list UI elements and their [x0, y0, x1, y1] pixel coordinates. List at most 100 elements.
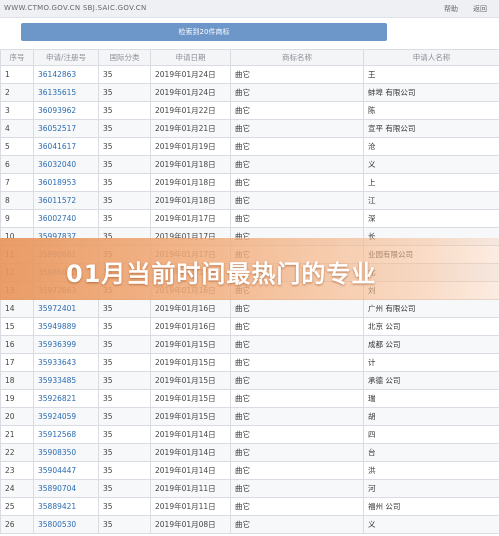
mark-name-link[interactable]: 曲它 [230, 335, 364, 354]
mark-name-link[interactable]: 曲它 [230, 119, 364, 138]
date-cell: 2019年01月14日 [150, 443, 231, 462]
applicant-cell: 深 [363, 209, 499, 228]
reg-number-link[interactable]: 36032040 [33, 155, 99, 174]
table-row[interactable]: 16 35936399 35 2019年01月15日 曲它 成都 公司 [0, 335, 499, 354]
row-index: 6 [0, 155, 34, 174]
reg-number-link[interactable]: 36142863 [33, 65, 99, 84]
table-row[interactable]: 6 36032040 35 2019年01月18日 曲它义 [0, 155, 499, 174]
mark-name-link[interactable]: 曲它 [230, 443, 364, 462]
mark-name-link[interactable]: 曲它 [230, 461, 364, 480]
mark-name-link[interactable]: 曲它 [230, 173, 364, 192]
reg-number-link[interactable]: 36052517 [33, 119, 99, 138]
reg-number-link[interactable]: 35908350 [33, 443, 99, 462]
row-index: 14 [0, 299, 34, 318]
applicant-cell: 广州 有限公司 [363, 299, 499, 318]
mark-name-link[interactable]: 曲它 [230, 425, 364, 444]
table-row[interactable]: 4 36052517 35 2019年01月21日 曲它 宣平 有限公司 [0, 119, 499, 138]
help-link[interactable]: 帮助 [444, 4, 458, 14]
table-row[interactable]: 9 36002740 35 2019年01月17日 曲它深 [0, 209, 499, 228]
reg-number-link[interactable]: 35890704 [33, 479, 99, 498]
table-row[interactable]: 8 36011572 35 2019年01月18日 曲它江 [0, 191, 499, 210]
mark-name-link[interactable]: 曲它 [230, 83, 364, 102]
reg-number-link[interactable]: 35800530 [33, 515, 99, 534]
date-cell: 2019年01月16日 [150, 299, 231, 318]
reg-number-link[interactable]: 35889421 [33, 497, 99, 516]
class-cell: 35 [98, 479, 151, 498]
mark-name-link[interactable]: 曲它 [230, 191, 364, 210]
reg-number-link[interactable]: 36002740 [33, 209, 99, 228]
table-row[interactable]: 26 35800530 35 2019年01月08日 曲它义 [0, 515, 499, 534]
table-row[interactable]: 25 35889421 35 2019年01月11日 曲它 福州 公司 [0, 497, 499, 516]
table-row[interactable]: 24 35890704 35 2019年01月11日 曲它河 [0, 479, 499, 498]
top-bar: WWW.CTMO.GOV.CN SBJ.SAIC.GOV.CN 帮助 返回 [0, 0, 499, 18]
mark-name-link[interactable]: 曲它 [230, 317, 364, 336]
table-row[interactable]: 7 36018953 35 2019年01月18日 曲它上 [0, 173, 499, 192]
row-index: 22 [0, 443, 34, 462]
reg-number-link[interactable]: 35972401 [33, 299, 99, 318]
mark-name-link[interactable]: 曲它 [230, 299, 364, 318]
reg-number-link[interactable]: 36135615 [33, 83, 99, 102]
row-index: 16 [0, 335, 34, 354]
table-row[interactable]: 5 36041617 35 2019年01月19日 曲它沧 [0, 137, 499, 156]
reg-number-link[interactable]: 36093962 [33, 101, 99, 120]
class-cell: 35 [98, 83, 151, 102]
class-cell: 35 [98, 443, 151, 462]
table-row[interactable]: 21 35912568 35 2019年01月14日 曲它四 [0, 425, 499, 444]
table-row[interactable]: 2 36135615 35 2019年01月24日 曲它 蚌埠 有限公司 [0, 83, 499, 102]
table-row[interactable]: 3 36093962 35 2019年01月22日 曲它陈 [0, 101, 499, 120]
table-row[interactable]: 14 35972401 35 2019年01月16日 曲它 广州 有限公司 [0, 299, 499, 318]
date-cell: 2019年01月15日 [150, 353, 231, 372]
mark-name-link[interactable]: 曲它 [230, 389, 364, 408]
table-row[interactable]: 17 35933643 35 2019年01月15日 曲它计 [0, 353, 499, 372]
mark-name-link[interactable]: 曲它 [230, 353, 364, 372]
applicant-cell: 义 [363, 155, 499, 174]
table-row[interactable]: 23 35904447 35 2019年01月14日 曲它洪 [0, 461, 499, 480]
table-row[interactable]: 22 35908350 35 2019年01月14日 曲它台 [0, 443, 499, 462]
col-header-index: 序号 [0, 49, 34, 66]
date-cell: 2019年01月18日 [150, 191, 231, 210]
mark-name-link[interactable]: 曲它 [230, 101, 364, 120]
reg-number-link[interactable]: 36018953 [33, 173, 99, 192]
mark-name-link[interactable]: 曲它 [230, 209, 364, 228]
reg-number-link[interactable]: 35933485 [33, 371, 99, 390]
reg-number-link[interactable]: 36041617 [33, 137, 99, 156]
row-index: 4 [0, 119, 34, 138]
col-header-reg-no: 申请/注册号 [33, 49, 99, 66]
row-index: 2 [0, 83, 34, 102]
row-index: 1 [0, 65, 34, 84]
row-index: 7 [0, 173, 34, 192]
class-cell: 35 [98, 101, 151, 120]
reg-number-link[interactable]: 35912568 [33, 425, 99, 444]
mark-name-link[interactable]: 曲它 [230, 407, 364, 426]
date-cell: 2019年01月22日 [150, 101, 231, 120]
mark-name-link[interactable]: 曲它 [230, 155, 364, 174]
back-link[interactable]: 返回 [473, 4, 487, 14]
mark-name-link[interactable]: 曲它 [230, 515, 364, 534]
mark-name-link[interactable]: 曲它 [230, 479, 364, 498]
table-row[interactable]: 18 35933485 35 2019年01月15日 曲它 承德 公司 [0, 371, 499, 390]
applicant-cell: 胡 [363, 407, 499, 426]
mark-name-link[interactable]: 曲它 [230, 65, 364, 84]
row-index: 3 [0, 101, 34, 120]
table-row[interactable]: 15 35949889 35 2019年01月16日 曲它 北京 公司 [0, 317, 499, 336]
mark-name-link[interactable]: 曲它 [230, 137, 364, 156]
site-url: WWW.CTMO.GOV.CN SBJ.SAIC.GOV.CN [4, 4, 147, 12]
row-index: 17 [0, 353, 34, 372]
reg-number-link[interactable]: 35933643 [33, 353, 99, 372]
applicant-cell: 王 [363, 65, 499, 84]
class-cell: 35 [98, 137, 151, 156]
reg-number-link[interactable]: 35924059 [33, 407, 99, 426]
date-cell: 2019年01月11日 [150, 479, 231, 498]
date-cell: 2019年01月18日 [150, 173, 231, 192]
mark-name-link[interactable]: 曲它 [230, 497, 364, 516]
reg-number-link[interactable]: 35904447 [33, 461, 99, 480]
table-row[interactable]: 1 36142863 35 2019年01月24日 曲它王 [0, 65, 499, 84]
reg-number-link[interactable]: 36011572 [33, 191, 99, 210]
col-header-date: 申请日期 [150, 49, 231, 66]
reg-number-link[interactable]: 35926821 [33, 389, 99, 408]
table-row[interactable]: 19 35926821 35 2019年01月15日 曲它瑞 [0, 389, 499, 408]
table-row[interactable]: 20 35924059 35 2019年01月15日 曲它胡 [0, 407, 499, 426]
reg-number-link[interactable]: 35949889 [33, 317, 99, 336]
mark-name-link[interactable]: 曲它 [230, 371, 364, 390]
reg-number-link[interactable]: 35936399 [33, 335, 99, 354]
